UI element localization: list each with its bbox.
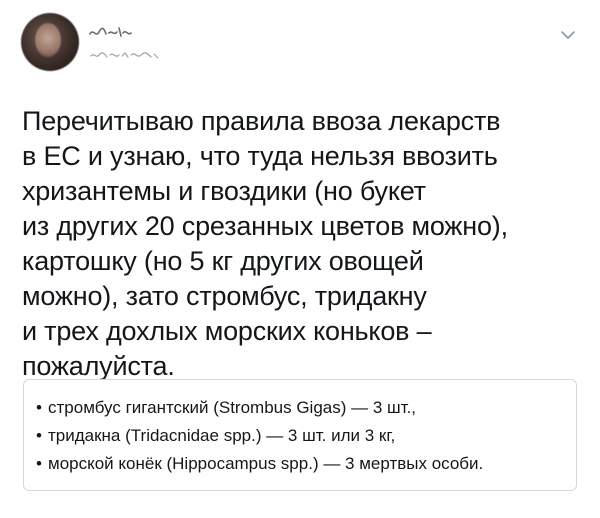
quoted-list: • стромбус гигантский (Strombus Gigas) — … xyxy=(24,380,576,478)
list-item-text: морской конёк (Hippocampus spp.) — 3 мер… xyxy=(48,454,484,473)
list-bullet: • xyxy=(36,426,42,445)
chevron-down-icon[interactable] xyxy=(560,29,576,41)
list-item: • стромбус гигантский (Strombus Gigas) — … xyxy=(36,394,576,422)
tweet-text: Перечитываю правила ввоза лекарств в ЕС … xyxy=(22,106,508,381)
quoted-text-box: • стромбус гигантский (Strombus Gigas) — … xyxy=(23,379,577,491)
blurred-author-name[interactable] xyxy=(88,24,148,40)
avatar[interactable] xyxy=(21,13,79,71)
list-item-text: стромбус гигантский (Strombus Gigas) — 3… xyxy=(48,398,417,417)
list-bullet: • xyxy=(36,454,42,473)
list-item-text: тридакна (Tridacnidae spp.) — 3 шт. или … xyxy=(48,426,396,445)
list-item: • тридакна (Tridacnidae spp.) — 3 шт. или… xyxy=(36,422,576,450)
tweet-card: Перечитываю правила ввоза лекарств в ЕС … xyxy=(0,0,600,518)
list-bullet: • xyxy=(36,398,42,417)
blurred-author-handle xyxy=(90,52,159,59)
list-item: • морской конёк (Hippocampus spp.) — 3 ме… xyxy=(36,450,576,478)
